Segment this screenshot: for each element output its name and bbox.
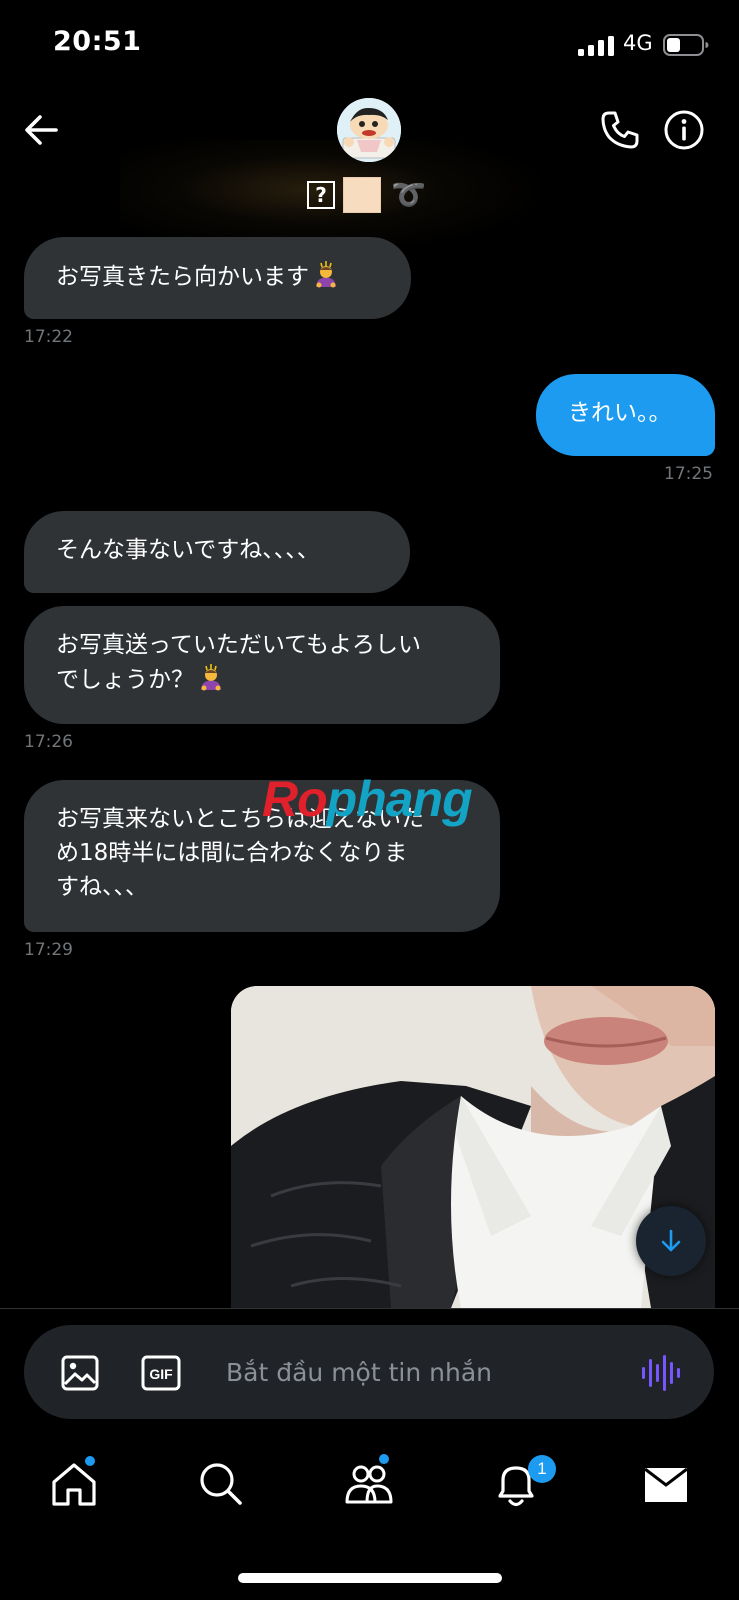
- incoming-message[interactable]: お写真きたら向かいます: [24, 237, 411, 319]
- scroll-down-button[interactable]: [636, 1206, 706, 1276]
- message-line: でしょうか？: [56, 667, 194, 693]
- message-input[interactable]: [226, 1350, 606, 1394]
- question-mark-icon: ?: [307, 181, 335, 209]
- add-image-button[interactable]: [60, 1353, 100, 1393]
- status-time: 20:51: [53, 26, 142, 57]
- loop-icon: ➰: [391, 178, 426, 211]
- message-text: お写真きたら向かいます: [56, 264, 309, 290]
- tab-messages[interactable]: [640, 1458, 692, 1510]
- message-timestamp: 17:22: [24, 327, 73, 347]
- notification-badge: 1: [528, 1455, 556, 1483]
- home-notification-dot: [85, 1456, 95, 1466]
- composer-divider: [0, 1308, 739, 1309]
- watermark: Rophang: [262, 771, 473, 827]
- color-block-icon: [343, 177, 381, 213]
- person-bowing-emoji-icon: [201, 664, 221, 691]
- profile-name-icons: ? ➰: [307, 177, 426, 213]
- voice-message-button[interactable]: [640, 1355, 680, 1391]
- home-indicator: [238, 1573, 502, 1583]
- network-type: 4G: [623, 31, 653, 55]
- avatar[interactable]: [337, 98, 401, 162]
- svg-text:GIF: GIF: [149, 1366, 173, 1382]
- message-timestamp: 17:29: [24, 940, 73, 960]
- info-button[interactable]: [662, 108, 706, 152]
- tab-home[interactable]: [48, 1458, 100, 1510]
- back-button[interactable]: [20, 108, 64, 152]
- arrow-down-icon: [661, 1229, 681, 1252]
- call-button[interactable]: [598, 108, 642, 152]
- message-text: そんな事ないですね、、、、: [56, 537, 320, 563]
- message-line: お写真送っていただいてもよろしい: [56, 632, 422, 658]
- outgoing-message[interactable]: きれい。。: [536, 374, 715, 456]
- battery-icon: [663, 34, 709, 56]
- message-timestamp: 17:25: [664, 464, 713, 484]
- person-bowing-emoji-icon: [316, 261, 336, 288]
- message-line: め18時半には間に合わなくなりま: [56, 840, 408, 866]
- message-line: すね、、、: [56, 874, 148, 900]
- gif-button[interactable]: GIF: [140, 1353, 182, 1393]
- tab-search[interactable]: [195, 1458, 247, 1510]
- cartoon-character-icon: [337, 98, 401, 162]
- communities-notification-dot: [379, 1454, 389, 1464]
- message-timestamp: 17:26: [24, 732, 73, 752]
- cellular-signal-icon: [578, 36, 614, 56]
- incoming-message[interactable]: お写真送っていただいてもよろしい でしょうか？: [24, 606, 500, 724]
- tab-communities[interactable]: [343, 1458, 395, 1510]
- incoming-message[interactable]: そんな事ないですね、、、、: [24, 511, 410, 593]
- message-text: きれい。。: [568, 400, 672, 426]
